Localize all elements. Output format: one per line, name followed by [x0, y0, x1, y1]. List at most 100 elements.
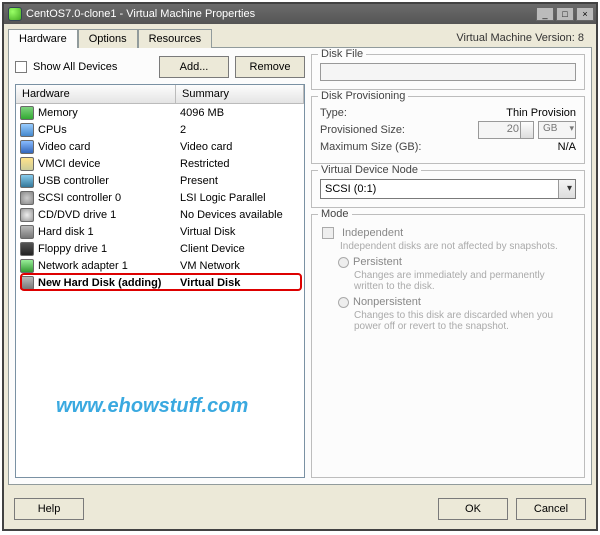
vdnode-value: SCSI (0:1): [325, 183, 376, 195]
row-summary: Restricted: [180, 158, 300, 170]
row-name: Video card: [38, 141, 180, 153]
tab-options[interactable]: Options: [78, 29, 138, 48]
hardware-row[interactable]: CPUs2: [16, 121, 304, 138]
row-summary: 4096 MB: [180, 107, 300, 119]
group-mode: Mode Independent Independent disks are n…: [311, 214, 585, 478]
col-summary[interactable]: Summary: [176, 85, 304, 103]
row-summary: 2: [180, 124, 300, 136]
tab-strip: Hardware Options Resources Virtual Machi…: [4, 24, 596, 47]
row-name: New Hard Disk (adding): [38, 277, 180, 289]
row-summary: VM Network: [180, 260, 300, 272]
scsi-icon: [20, 191, 34, 205]
row-summary: No Devices available: [180, 209, 300, 221]
mode-label: Mode: [318, 208, 352, 220]
independent-checkbox: [322, 227, 334, 239]
left-pane: Show All Devices Add... Remove Hardware …: [15, 54, 305, 478]
independent-desc: Independent disks are not affected by sn…: [340, 241, 576, 252]
hardware-row[interactable]: Memory4096 MB: [16, 104, 304, 121]
type-label: Type:: [320, 107, 506, 119]
floppy-icon: [20, 242, 34, 256]
show-all-checkbox[interactable]: [15, 61, 27, 73]
minimize-button[interactable]: _: [536, 7, 554, 21]
vmci-icon: [20, 157, 34, 171]
provisioned-size-value: 20: [478, 121, 534, 139]
row-summary: Virtual Disk: [180, 226, 300, 238]
persistent-desc: Changes are immediately and permanently …: [354, 270, 576, 292]
tab-resources[interactable]: Resources: [138, 29, 213, 48]
row-summary: Virtual Disk: [180, 277, 300, 289]
row-summary: Present: [180, 175, 300, 187]
window: CentOS7.0-clone1 - Virtual Machine Prope…: [2, 2, 598, 531]
usb-icon: [20, 174, 34, 188]
disk-icon: [20, 276, 34, 290]
row-name: CPUs: [38, 124, 180, 136]
group-disk-provisioning: Disk Provisioning Type: Thin Provision P…: [311, 96, 585, 164]
row-name: Network adapter 1: [38, 260, 180, 272]
hardware-row[interactable]: New Hard Disk (adding)Virtual Disk: [16, 274, 304, 291]
vdnode-select[interactable]: SCSI (0:1): [320, 179, 576, 199]
max-size-value: N/A: [558, 141, 576, 153]
maximize-button[interactable]: □: [556, 7, 574, 21]
row-name: Memory: [38, 107, 180, 119]
hardware-row[interactable]: USB controllerPresent: [16, 172, 304, 189]
row-summary: Client Device: [180, 243, 300, 255]
ok-button[interactable]: OK: [438, 498, 508, 520]
titlebar: CentOS7.0-clone1 - Virtual Machine Prope…: [4, 4, 596, 24]
cpu-icon: [20, 123, 34, 137]
content-body: Show All Devices Add... Remove Hardware …: [8, 47, 592, 485]
nonpersistent-radio: [338, 297, 349, 308]
persistent-label: Persistent: [353, 256, 402, 268]
hardware-row[interactable]: Video cardVideo card: [16, 138, 304, 155]
provisioned-size-label: Provisioned Size:: [320, 124, 478, 136]
hardware-row[interactable]: SCSI controller 0LSI Logic Parallel: [16, 189, 304, 206]
vm-version-label: Virtual Machine Version: 8: [456, 28, 592, 47]
list-rows: Memory4096 MBCPUs2Video cardVideo cardVM…: [16, 104, 304, 477]
row-name: Hard disk 1: [38, 226, 180, 238]
show-all-label: Show All Devices: [33, 61, 117, 73]
provisioned-size-unit: GB: [538, 121, 576, 139]
persistent-radio: [338, 257, 349, 268]
row-summary: LSI Logic Parallel: [180, 192, 300, 204]
group-virtual-device-node: Virtual Device Node SCSI (0:1): [311, 170, 585, 208]
remove-button[interactable]: Remove: [235, 56, 305, 78]
row-name: USB controller: [38, 175, 180, 187]
provisioning-label: Disk Provisioning: [318, 90, 408, 102]
disk-file-label: Disk File: [318, 48, 366, 60]
group-disk-file: Disk File: [311, 54, 585, 90]
nonpersistent-desc: Changes to this disk are discarded when …: [354, 310, 576, 332]
footer: Help OK Cancel: [4, 489, 596, 529]
row-name: CD/DVD drive 1: [38, 209, 180, 221]
vdnode-label: Virtual Device Node: [318, 164, 421, 176]
window-title: CentOS7.0-clone1 - Virtual Machine Prope…: [26, 8, 255, 20]
app-icon: [8, 7, 22, 21]
col-hardware[interactable]: Hardware: [16, 85, 176, 103]
disk-icon: [20, 225, 34, 239]
list-header: Hardware Summary: [16, 85, 304, 104]
watermark: www.ehowstuff.com: [56, 395, 248, 418]
row-name: Floppy drive 1: [38, 243, 180, 255]
hardware-row[interactable]: VMCI deviceRestricted: [16, 155, 304, 172]
hardware-list: Hardware Summary Memory4096 MBCPUs2Video…: [15, 84, 305, 478]
cancel-button[interactable]: Cancel: [516, 498, 586, 520]
help-button[interactable]: Help: [14, 498, 84, 520]
tab-hardware[interactable]: Hardware: [8, 29, 78, 48]
type-value: Thin Provision: [506, 107, 576, 119]
hardware-row[interactable]: Network adapter 1VM Network: [16, 257, 304, 274]
hardware-row[interactable]: Floppy drive 1Client Device: [16, 240, 304, 257]
network-icon: [20, 259, 34, 273]
row-name: SCSI controller 0: [38, 192, 180, 204]
memory-icon: [20, 106, 34, 120]
video-icon: [20, 140, 34, 154]
cd-icon: [20, 208, 34, 222]
nonpersistent-label: Nonpersistent: [353, 296, 421, 308]
add-button[interactable]: Add...: [159, 56, 229, 78]
max-size-label: Maximum Size (GB):: [320, 141, 558, 153]
independent-label: Independent: [342, 227, 403, 239]
disk-file-field: [320, 63, 576, 81]
close-button[interactable]: ×: [576, 7, 594, 21]
hardware-row[interactable]: Hard disk 1Virtual Disk: [16, 223, 304, 240]
hardware-row[interactable]: CD/DVD drive 1No Devices available: [16, 206, 304, 223]
right-pane: Disk File Disk Provisioning Type: Thin P…: [311, 54, 585, 478]
row-summary: Video card: [180, 141, 300, 153]
left-toolbar: Show All Devices Add... Remove: [15, 54, 305, 84]
